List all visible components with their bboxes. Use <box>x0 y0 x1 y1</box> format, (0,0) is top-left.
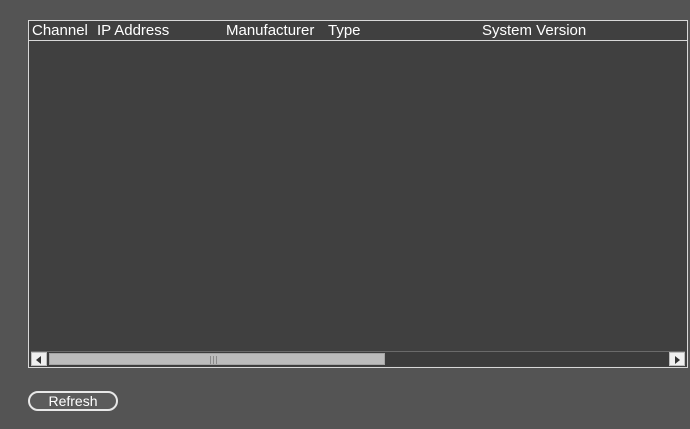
arrow-left-icon <box>36 356 41 364</box>
horizontal-scrollbar[interactable] <box>31 351 685 366</box>
table-body[interactable] <box>29 41 687 353</box>
refresh-button[interactable]: Refresh <box>28 391 118 411</box>
column-header-system-version[interactable]: System Version <box>482 21 586 41</box>
device-list-table: Channel IP Address Manufacturer Type Sys… <box>28 20 688 368</box>
column-header-manufacturer[interactable]: Manufacturer <box>226 21 314 41</box>
scroll-left-button[interactable] <box>31 352 47 366</box>
table-header: Channel IP Address Manufacturer Type Sys… <box>29 21 687 41</box>
column-header-type[interactable]: Type <box>328 21 361 41</box>
scroll-right-button[interactable] <box>669 352 685 366</box>
grip-icon <box>210 356 220 364</box>
scrollbar-thumb[interactable] <box>49 353 385 365</box>
column-header-ip-address[interactable]: IP Address <box>97 21 169 41</box>
column-header-channel[interactable]: Channel <box>32 21 88 41</box>
arrow-right-icon <box>675 356 680 364</box>
